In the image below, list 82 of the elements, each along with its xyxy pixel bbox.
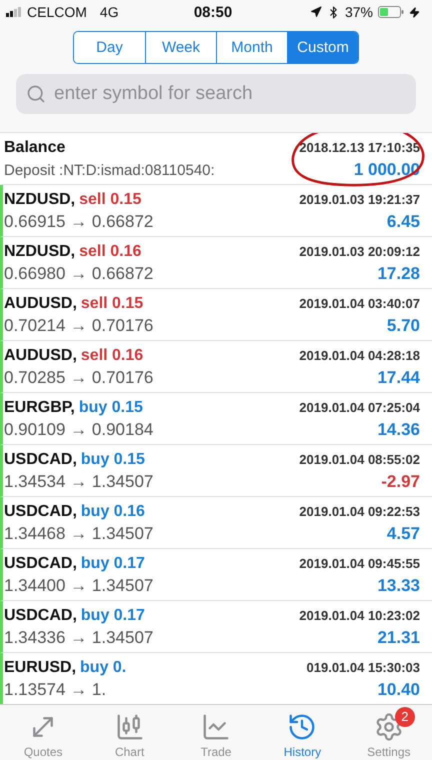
candlestick-icon: [114, 712, 145, 742]
symbol-label: USDCAD,: [4, 503, 77, 521]
order-label: sell 0.16: [79, 243, 142, 261]
time-label: 019.01.04 15:30:03: [306, 660, 420, 675]
trade-row[interactable]: AUDUSD, sell 0.16 2019.01.04 04:28:18 0.70285 → 0.70176 17.44: [0, 341, 432, 393]
price-label: 1.34400 → 1.34507: [4, 576, 154, 596]
clock-label: 08:50: [194, 4, 232, 20]
profit-label: 13.33: [377, 576, 420, 596]
time-label: 2019.01.04 09:22:53: [299, 504, 420, 519]
tab-bar-item[interactable]: History: [259, 705, 346, 760]
time-label: 2019.01.04 04:28:18: [299, 348, 420, 363]
profit-label: 5.70: [386, 316, 420, 336]
period-tab[interactable]: Week: [145, 32, 216, 63]
trade-row[interactable]: USDCAD, buy 0.15 2019.01.04 08:55:02 1.34534 → 1.34507 -2.97: [0, 445, 432, 497]
order-label: buy 0.17: [80, 555, 145, 573]
time-label: 2019.01.04 07:25:04: [299, 400, 420, 415]
line-chart-icon: [201, 712, 232, 742]
symbol-label: NZDUSD,: [4, 243, 76, 261]
trade-row[interactable]: EURGBP, buy 0.15 2019.01.04 07:25:04 0.90109 → 0.90184 14.36: [0, 393, 432, 445]
signal-icon: [6, 7, 22, 17]
period-tab[interactable]: Day: [74, 32, 145, 63]
trade-row[interactable]: USDCAD, buy 0.17 2019.01.04 10:23:02 1.34336 → 1.34507 21.31: [0, 601, 432, 653]
search-field[interactable]: enter symbol for search: [16, 74, 416, 114]
symbol-label: USDCAD,: [4, 607, 77, 625]
symbol-label: AUDUSD,: [4, 347, 77, 365]
battery-label: 37%: [344, 4, 373, 20]
time-label: 2019.01.03 20:09:12: [299, 244, 420, 259]
order-label: buy 0.17: [80, 607, 145, 625]
time-label: 2019.01.03 19:21:37: [299, 192, 420, 207]
trade-row[interactable]: NZDUSD, sell 0.15 2019.01.03 19:21:37 0.66915 → 0.66872 6.45: [0, 185, 432, 237]
symbol-label: NZDUSD,: [4, 191, 76, 209]
profit-label: 4.57: [386, 524, 420, 544]
symbol-label: AUDUSD,: [4, 295, 77, 313]
price-label: 0.70214 → 0.70176: [4, 316, 154, 336]
order-label: sell 0.16: [80, 347, 144, 365]
price-label: 1.13574 → 1.: [4, 680, 106, 700]
battery-icon: [378, 6, 404, 18]
trade-row[interactable]: USDCAD, buy 0.16 2019.01.04 09:22:53 1.34468 → 1.34507 4.57: [0, 497, 432, 549]
time-label: 2019.01.04 03:40:07: [299, 296, 420, 311]
price-label: 0.66980 → 0.66872: [4, 264, 154, 284]
price-label: 0.66915 → 0.66872: [4, 212, 154, 232]
profit-label: 17.28: [377, 264, 420, 284]
price-label: 1.34468 → 1.34507: [4, 524, 154, 544]
order-label: buy 0.15: [78, 399, 143, 417]
price-label: 0.90109 → 0.90184: [4, 420, 154, 440]
order-label: sell 0.15: [80, 295, 144, 313]
profit-label: 10.40: [377, 680, 420, 700]
network-label: 4G: [100, 4, 119, 20]
period-tab[interactable]: Custom: [287, 32, 358, 63]
notification-badge: 2: [394, 707, 415, 727]
order-label: sell 0.15: [79, 191, 142, 209]
trade-row[interactable]: USDCAD, buy 0.17 2019.01.04 09:45:55 1.34400 → 1.34507 13.33: [0, 549, 432, 601]
profit-label: -2.97: [381, 472, 420, 492]
time-label: 2019.01.04 09:45:55: [299, 556, 420, 571]
price-label: 1.34534 → 1.34507: [4, 472, 154, 492]
price-label: 1.34336 → 1.34507: [4, 628, 154, 648]
balance-title: Balance: [4, 139, 66, 157]
order-label: buy 0.: [80, 659, 126, 677]
time-label: 2019.01.04 08:55:02: [299, 452, 420, 467]
trade-row[interactable]: NZDUSD, sell 0.16 2019.01.03 20:09:12 0.66980 → 0.66872 17.28: [0, 237, 432, 289]
symbol-label: EURGBP,: [4, 399, 75, 417]
period-tab[interactable]: Month: [216, 32, 287, 63]
symbol-label: USDCAD,: [4, 555, 77, 573]
search-icon: [26, 84, 46, 104]
tab-bar-item[interactable]: Settings 2: [346, 705, 432, 760]
deposit-comment: Deposit :NT:D:ismad:08110540:: [4, 162, 215, 179]
location-icon: [310, 6, 322, 18]
symbol-label: EURUSD,: [4, 659, 76, 677]
time-label: 2018.12.13 17:10:35: [299, 140, 420, 155]
history-icon: [287, 712, 318, 742]
trade-row[interactable]: AUDUSD, sell 0.15 2019.01.04 03:40:07 0.70214 → 0.70176 5.70: [0, 289, 432, 341]
profit-label: 17.44: [377, 368, 420, 388]
profit-label: 6.45: [386, 212, 420, 232]
charging-icon: [409, 6, 420, 18]
profit-label: 21.31: [377, 628, 420, 648]
order-label: buy 0.15: [80, 451, 145, 469]
price-label: 0.70285 → 0.70176: [4, 368, 154, 388]
symbol-label: USDCAD,: [4, 451, 77, 469]
profit-label: 14.36: [377, 420, 420, 440]
time-label: 2019.01.04 10:23:02: [299, 608, 420, 623]
order-label: buy 0.16: [80, 503, 145, 521]
carrier-label: CELCOM: [27, 4, 87, 20]
